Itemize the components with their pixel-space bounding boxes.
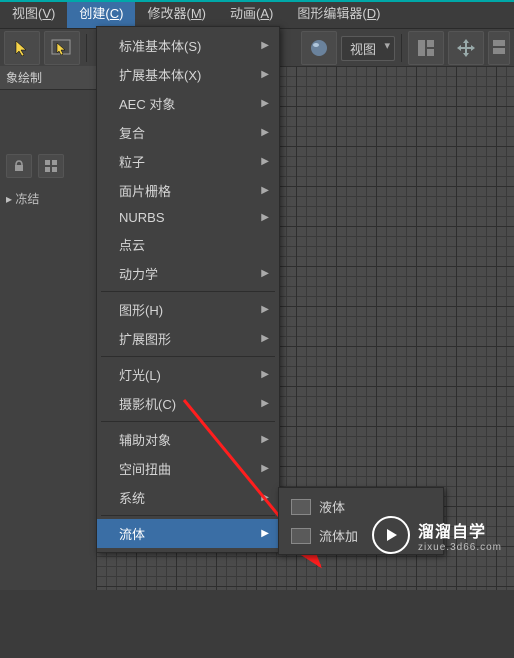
chevron-right-icon: ▶ xyxy=(261,434,269,445)
menu-item[interactable]: 面片栅格 ▶ xyxy=(97,176,279,205)
menu-item-label: 摄影机(C) xyxy=(119,394,176,413)
menu-view[interactable]: 视图(V) xyxy=(0,2,67,28)
submenu-item-label: 液体 xyxy=(319,497,345,516)
layout-icon xyxy=(416,38,436,58)
menu-item-label: 点云 xyxy=(119,235,145,254)
grid-button[interactable] xyxy=(38,154,64,178)
menu-separator xyxy=(101,356,275,357)
chevron-right-icon: ▶ xyxy=(261,268,269,279)
chevron-right-icon: ▶ xyxy=(261,185,269,196)
toolbar-separator-2 xyxy=(401,34,402,62)
menu-item-label: 粒子 xyxy=(119,152,145,171)
select-tool[interactable] xyxy=(4,31,40,65)
menu-item[interactable]: 摄影机(C) ▶ xyxy=(97,389,279,418)
rect-cursor-icon xyxy=(51,39,73,57)
menu-item[interactable]: 标准基本体(S) ▶ xyxy=(97,31,279,60)
menu-separator xyxy=(101,421,275,422)
panel-header: 象绘制 xyxy=(0,66,96,90)
play-icon xyxy=(372,516,410,554)
menubar: 视图(V) 创建(C) 修改器(M) 动画(A) 图形编辑器(D) xyxy=(0,0,514,28)
move-tool[interactable] xyxy=(448,31,484,65)
freeze-item[interactable]: ▸ 冻结 xyxy=(0,186,96,211)
panel-toolbar xyxy=(0,146,96,186)
chevron-right-icon: ▶ xyxy=(261,212,269,223)
menu-item-label: 流体 xyxy=(119,524,145,543)
menu-item[interactable]: 系统 ▶ xyxy=(97,483,279,512)
fluid-icon xyxy=(291,499,311,515)
chevron-right-icon: ▶ xyxy=(261,40,269,51)
chevron-right-icon: ▶ xyxy=(261,98,269,109)
extra-tool[interactable] xyxy=(488,31,510,65)
chevron-right-icon: ▶ xyxy=(261,333,269,344)
menu-item-label: 动力学 xyxy=(119,264,158,283)
watermark-sub: zixue.3d66.com xyxy=(418,542,502,553)
menu-item-label: 复合 xyxy=(119,123,145,142)
watermark-title: 溜溜自学 xyxy=(418,518,502,542)
watermark: 溜溜自学 zixue.3d66.com xyxy=(372,516,502,554)
select-region-tool[interactable] xyxy=(44,31,80,65)
menu-item[interactable]: 粒子 ▶ xyxy=(97,147,279,176)
create-menu: 标准基本体(S)▶扩展基本体(X)▶AEC 对象▶复合▶粒子▶面片栅格▶NURB… xyxy=(96,26,280,553)
move-icon xyxy=(455,37,477,59)
chevron-right-icon: ▶ xyxy=(261,156,269,167)
menu-item-label: 图形(H) xyxy=(119,300,163,319)
chevron-right-icon: ▶ xyxy=(261,463,269,474)
menu-item[interactable]: 空间扭曲 ▶ xyxy=(97,454,279,483)
menu-item[interactable]: 灯光(L) ▶ xyxy=(97,360,279,389)
chevron-right-icon: ▶ xyxy=(261,398,269,409)
menu-item-label: AEC 对象 xyxy=(119,94,175,113)
menu-item[interactable]: NURBS ▶ xyxy=(97,205,279,230)
menu-separator xyxy=(101,515,275,516)
menu-item-label: 系统 xyxy=(119,488,145,507)
menu-item[interactable]: 动力学 ▶ xyxy=(97,259,279,288)
menu-create[interactable]: 创建(C) xyxy=(67,2,135,28)
chevron-right-icon: ▶ xyxy=(261,492,269,503)
menu-item-label: NURBS xyxy=(119,210,165,225)
cursor-icon xyxy=(13,39,31,57)
toolbar-separator xyxy=(86,34,87,62)
layout-tool[interactable] xyxy=(408,31,444,65)
lock-icon xyxy=(12,159,26,173)
menu-item[interactable]: 复合 ▶ xyxy=(97,118,279,147)
fluid-icon xyxy=(291,528,311,544)
menu-separator xyxy=(101,291,275,292)
lock-button[interactable] xyxy=(6,154,32,178)
menu-animation[interactable]: 动画(A) xyxy=(218,2,285,28)
submenu-item-label: 流体加 xyxy=(319,526,358,545)
menu-item[interactable]: 辅助对象 ▶ xyxy=(97,425,279,454)
viewport-dropdown[interactable]: 视图 xyxy=(341,36,395,61)
menu-item[interactable]: AEC 对象 ▶ xyxy=(97,89,279,118)
chevron-right-icon: ▶ xyxy=(261,127,269,138)
panel-icon xyxy=(491,38,507,58)
menu-item[interactable]: 扩展图形 ▶ xyxy=(97,324,279,353)
menu-item-label: 灯光(L) xyxy=(119,365,161,384)
menu-item-label: 面片栅格 xyxy=(119,181,171,200)
menu-modifiers[interactable]: 修改器(M) xyxy=(135,2,218,28)
menu-graph-editors[interactable]: 图形编辑器(D) xyxy=(285,2,392,28)
menu-item[interactable]: 点云 xyxy=(97,230,279,259)
menu-item-label: 标准基本体(S) xyxy=(119,36,201,55)
menu-item[interactable]: 图形(H) ▶ xyxy=(97,295,279,324)
menu-item[interactable]: 扩展基本体(X) ▶ xyxy=(97,60,279,89)
left-panel: 象绘制 ▸ 冻结 xyxy=(0,66,97,590)
menu-item-label: 扩展图形 xyxy=(119,329,171,348)
menu-item[interactable]: 流体 ▶ xyxy=(97,519,279,548)
menu-item-label: 辅助对象 xyxy=(119,430,171,449)
sphere-icon xyxy=(308,37,330,59)
menu-item-label: 空间扭曲 xyxy=(119,459,171,478)
view-mode-button[interactable] xyxy=(301,31,337,65)
menu-item-label: 扩展基本体(X) xyxy=(119,65,201,84)
chevron-right-icon: ▶ xyxy=(261,304,269,315)
chevron-right-icon: ▶ xyxy=(261,528,269,539)
chevron-right-icon: ▶ xyxy=(261,69,269,80)
grid-icon xyxy=(44,159,58,173)
chevron-right-icon: ▶ xyxy=(261,369,269,380)
